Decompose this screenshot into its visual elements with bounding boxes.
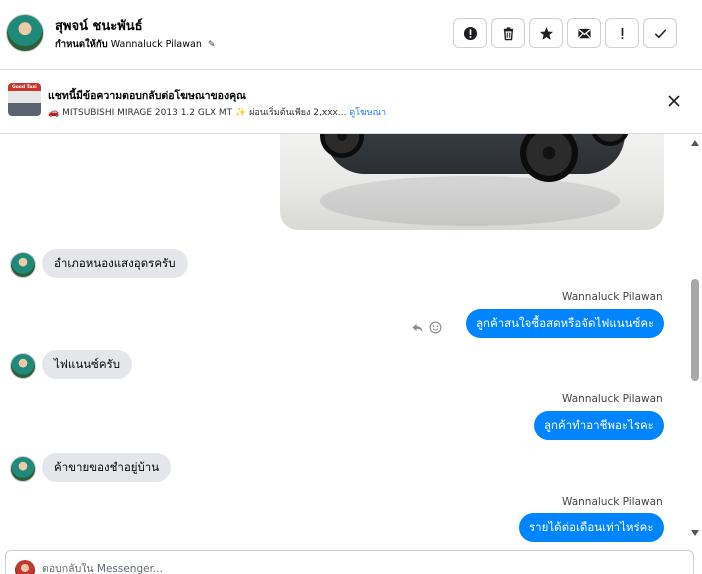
trash-icon — [503, 26, 513, 40]
outgoing-message[interactable]: ลูกค้าทำอาชีพอะไรคะ — [534, 411, 664, 440]
see-ad-link[interactable]: ดูโฆษณา — [349, 108, 386, 118]
check-icon — [654, 28, 666, 38]
edit-pencil-icon[interactable]: ✎ — [208, 40, 216, 50]
scroll-up-arrow-icon[interactable] — [691, 140, 699, 146]
incoming-message[interactable]: ค้าขายของชำอยู่บ้าน — [42, 453, 172, 482]
star-icon — [539, 26, 553, 40]
contact-avatar-small — [10, 353, 36, 379]
ad-banner-title: แชทนี้มีข้อความตอบกลับต่อโฆษณาของคุณ — [48, 90, 246, 102]
sender-name: Wannaluck Pilawan — [562, 291, 663, 303]
outgoing-message[interactable]: ลูกค้าสนใจซื้อสดหรือจัดไฟแนนซ์คะ — [466, 309, 665, 338]
contact-avatar[interactable] — [6, 14, 44, 52]
incoming-message[interactable]: ไฟแนนซ์ครับ — [42, 350, 133, 379]
ad-thumbnail[interactable]: Good Taxi — [8, 83, 41, 116]
car-wheel — [520, 134, 578, 182]
conversation-header: สุพจน์ ชนะพันธ์ กำหนดให้กับ Wannaluck Pi… — [0, 0, 702, 70]
outgoing-message[interactable]: รายได้ต่อเดือนเท่าไหร่คะ — [519, 513, 664, 542]
close-icon — [668, 95, 680, 107]
message-thread[interactable]: อำเภอหนองแสงอุดรครับ Wannaluck Pilawan ล… — [0, 134, 688, 546]
assignee-name[interactable]: Wannaluck Pilawan — [111, 39, 202, 50]
ad-description-text: 🚗 MITSUBISHI MIRAGE 2013 1.2 GLX MT ✨ ผ่… — [48, 108, 347, 118]
delete-button[interactable] — [491, 18, 525, 48]
follow-up-button[interactable] — [605, 18, 639, 48]
car-body — [325, 134, 625, 174]
car-reflection — [320, 176, 620, 226]
alert-circle-icon — [463, 26, 477, 40]
mark-unread-button[interactable] — [567, 18, 601, 48]
reply-arrow-icon[interactable] — [411, 321, 424, 334]
exclamation-icon — [621, 27, 623, 39]
ad-banner-description: 🚗 MITSUBISHI MIRAGE 2013 1.2 GLX MT ✨ ผ่… — [48, 105, 386, 119]
sender-name: Wannaluck Pilawan — [562, 496, 663, 508]
mark-done-button[interactable] — [643, 18, 677, 48]
contact-name[interactable]: สุพจน์ ชนะพันธ์ — [55, 15, 143, 36]
assign-label: กำหนดให้กับ — [55, 39, 108, 50]
mail-icon — [577, 28, 591, 38]
contact-avatar-small — [10, 252, 36, 278]
ad-reply-banner: Good Taxi แชทนี้มีข้อความตอบกลับต่อโฆษณา… — [0, 70, 702, 134]
scroll-down-arrow-icon[interactable] — [691, 530, 699, 536]
emoji-react-icon[interactable] — [429, 321, 442, 334]
contact-avatar-small — [10, 456, 36, 482]
incoming-message[interactable]: อำเภอหนองแสงอุดรครับ — [42, 249, 188, 278]
close-banner-button[interactable] — [663, 90, 685, 112]
mark-spam-button[interactable] — [453, 18, 487, 48]
thread-scrollbar[interactable] — [688, 134, 702, 546]
message-hover-actions — [411, 321, 442, 334]
ad-thumb-label: Good Taxi — [12, 85, 37, 90]
page-avatar — [15, 560, 35, 574]
reply-composer[interactable] — [5, 550, 694, 574]
assignment-line: กำหนดให้กับ Wannaluck Pilawan ✎ — [55, 37, 215, 52]
reply-input[interactable] — [42, 563, 642, 574]
star-button[interactable] — [529, 18, 563, 48]
sender-name: Wannaluck Pilawan — [562, 393, 663, 405]
car-photo-attachment[interactable] — [280, 134, 664, 230]
scroll-thumb[interactable] — [691, 279, 699, 381]
